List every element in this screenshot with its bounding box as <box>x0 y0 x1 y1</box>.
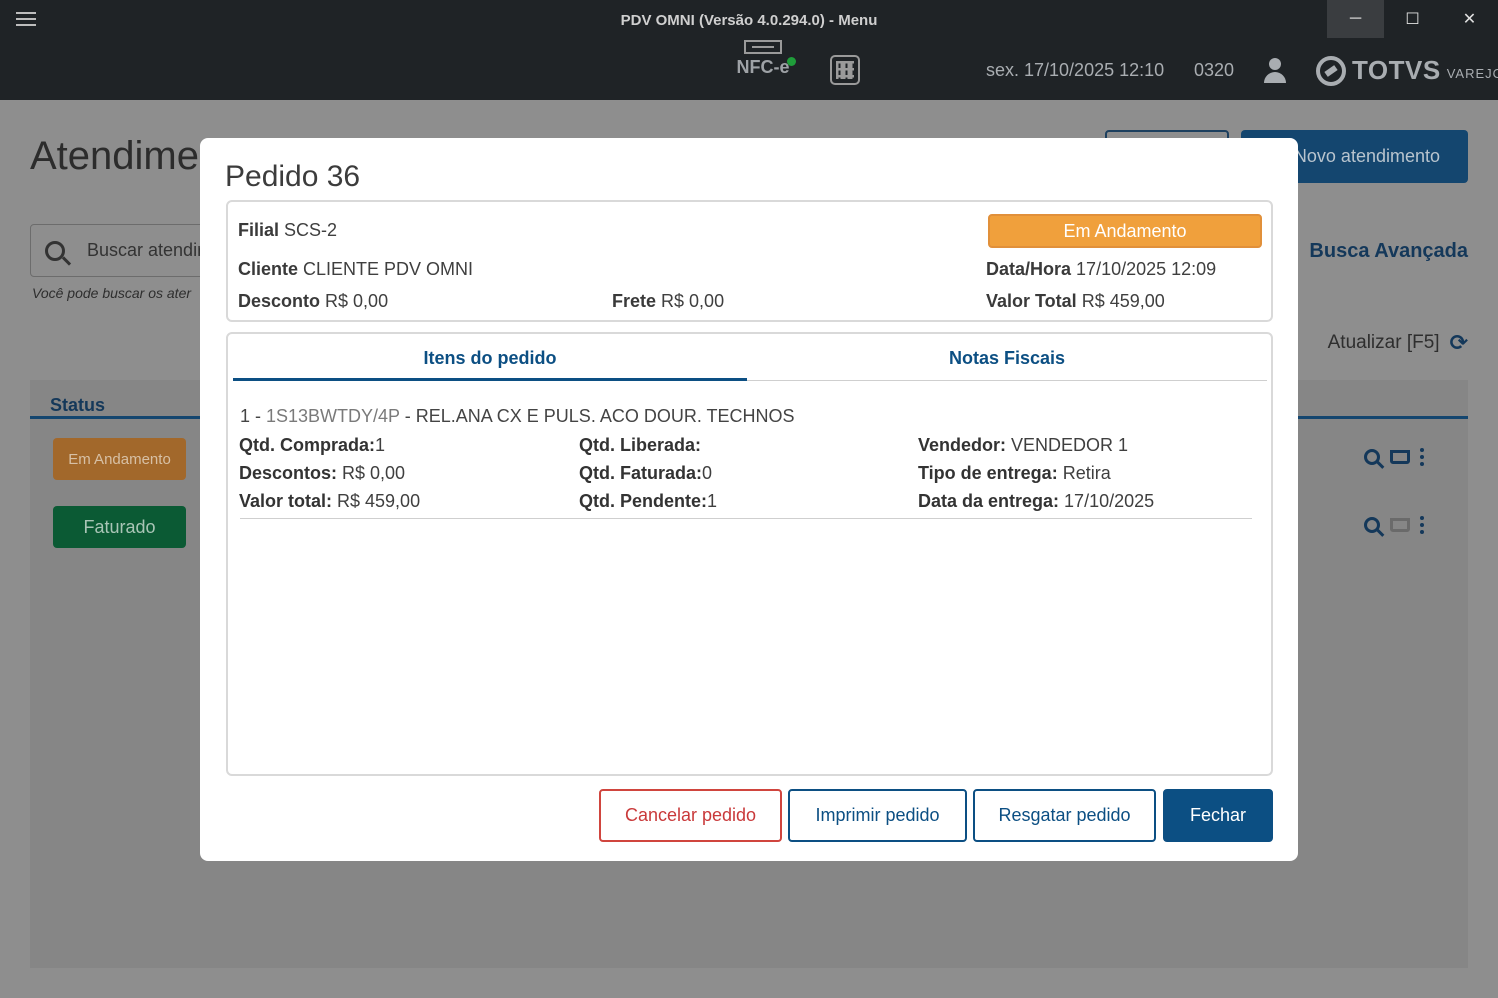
refresh-icon: ⟳ <box>1449 330 1468 355</box>
order-status-badge: Em Andamento <box>988 214 1262 248</box>
user-icon[interactable] <box>1264 58 1286 84</box>
print-order-button[interactable]: Imprimir pedido <box>788 789 967 842</box>
status-badge: Em Andamento <box>53 438 186 480</box>
modal-title: Pedido 36 <box>225 160 361 193</box>
search-placeholder: Buscar atendir <box>87 240 204 260</box>
qtd-comprada: Qtd. Comprada:1 <box>239 435 386 455</box>
minimize-button[interactable]: ─ <box>1327 0 1384 38</box>
filial-field: Filial SCS-2 <box>238 220 338 240</box>
cancel-order-button[interactable]: Cancelar pedido <box>599 789 782 842</box>
header-datetime: sex. 17/10/2025 12:10 <box>986 60 1165 80</box>
order-items-panel: Itens do pedido Notas Fiscais 1 - 1S13BW… <box>226 332 1273 776</box>
refresh-button[interactable]: Atualizar [F5] ⟳ <box>1328 330 1468 356</box>
valor-total-field: Valor Total R$ 459,00 <box>986 291 1165 311</box>
tipo-entrega: Tipo de entrega: Retira <box>918 463 1111 483</box>
rescue-order-button[interactable]: Resgatar pedido <box>973 789 1156 842</box>
qr-code-icon[interactable] <box>830 55 860 85</box>
active-tab-indicator <box>233 378 747 381</box>
status-column-header: Status <box>50 395 106 415</box>
tab-notas-fiscais[interactable]: Notas Fiscais <box>747 348 1267 369</box>
brand-name: TOTVS <box>1352 55 1441 85</box>
order-summary: Filial SCS-2 Em Andamento Cliente CLIENT… <box>226 200 1273 322</box>
desconto-field: Desconto R$ 0,00 <box>238 291 389 311</box>
data-entrega: Data da entrega: 17/10/2025 <box>918 491 1155 511</box>
search-icon <box>45 240 65 261</box>
status-badge: Faturado <box>53 506 186 548</box>
nfce-status[interactable]: NFC-e <box>728 40 798 78</box>
view-order-icon[interactable] <box>1364 449 1380 465</box>
window-title: PDV OMNI (Versão 4.0.294.0) - Menu <box>620 12 878 29</box>
qtd-faturada: Qtd. Faturada:0 <box>579 463 713 483</box>
cart-icon[interactable] <box>1390 450 1410 464</box>
online-status-dot <box>786 57 796 66</box>
page-title: Atendime <box>30 134 199 178</box>
item-valor-total: Valor total: R$ 459,00 <box>239 491 421 511</box>
brand-logo: TOTVS VAREJO <box>1316 55 1498 86</box>
close-window-button[interactable]: ✕ <box>1441 0 1498 38</box>
totvs-logo-icon <box>1316 55 1346 86</box>
more-options-icon[interactable] <box>1420 516 1424 534</box>
vendedor: Vendedor: VENDEDOR 1 <box>918 435 1129 455</box>
app-header: PDV OMNI (Versão 4.0.294.0) - Menu ─ ☐ ✕… <box>0 0 1498 100</box>
refresh-label: Atualizar [F5] <box>1327 332 1440 353</box>
row-actions <box>1364 516 1424 534</box>
tab-itens-do-pedido[interactable]: Itens do pedido <box>233 348 747 369</box>
close-modal-button[interactable]: Fechar <box>1163 789 1273 842</box>
operator-code: 0320 <box>1194 60 1235 80</box>
brand-sub: VAREJO <box>1446 66 1498 81</box>
frete-field: Frete R$ 0,00 <box>612 291 725 311</box>
window-controls: ─ ☐ ✕ <box>1327 0 1498 38</box>
item-title: 1 - 1S13BWTDY/4P - REL.ANA CX E PULS. AC… <box>240 406 795 426</box>
advanced-search-link[interactable]: Busca Avançada <box>1309 240 1468 263</box>
qtd-pendente: Qtd. Pendente:1 <box>579 491 718 511</box>
search-hint: Você pode buscar os ater <box>32 285 192 301</box>
datahora-field: Data/Hora 17/10/2025 12:09 <box>986 259 1217 279</box>
item-divider <box>240 518 1252 519</box>
order-modal: Pedido 36 Filial SCS-2 Em Andamento Clie… <box>200 138 1298 861</box>
nfce-label: NFC-e <box>736 57 790 77</box>
row-actions <box>1364 448 1424 466</box>
cliente-field: Cliente CLIENTE PDV OMNI <box>238 259 474 279</box>
card-icon <box>744 40 782 54</box>
cart-icon <box>1390 518 1410 532</box>
more-options-icon[interactable] <box>1420 448 1424 466</box>
qtd-liberada: Qtd. Liberada: <box>579 435 702 455</box>
maximize-button[interactable]: ☐ <box>1384 0 1441 38</box>
descontos: Descontos: R$ 0,00 <box>239 463 406 483</box>
view-order-icon[interactable] <box>1364 517 1380 533</box>
